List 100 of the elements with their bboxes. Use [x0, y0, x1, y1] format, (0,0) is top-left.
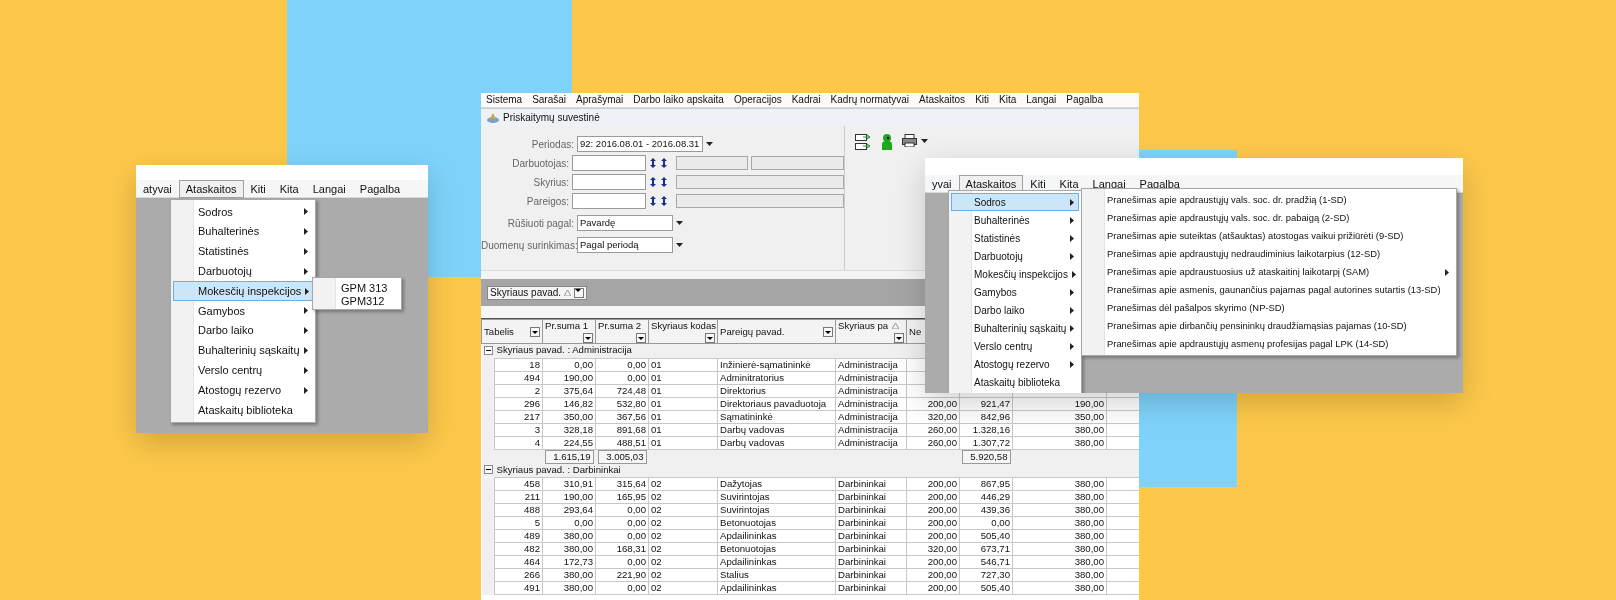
- menu-item[interactable]: Kadrų normatyvai: [825, 93, 914, 108]
- table-cell: 0,00: [595, 581, 649, 595]
- menu-item[interactable]: Langai: [305, 179, 353, 198]
- menu-item[interactable]: Pranešimas apie apdraustųjų asmenų profesijas pagal LPK (14-SD): [1084, 335, 1454, 353]
- menu-item[interactable]: Pranešimas apie apdraustuosius už ataskaitinį laikotarpį (SAM): [1084, 263, 1454, 281]
- menu-item[interactable]: Sarašai: [527, 93, 572, 108]
- table-cell: 168,31: [595, 542, 649, 556]
- input-field[interactable]: [572, 174, 647, 190]
- menu-item[interactable]: yvai: [925, 174, 959, 193]
- submenu-arrow-icon: [304, 208, 308, 216]
- dropdown-field[interactable]: Pagal periodą: [577, 237, 673, 253]
- menu-item[interactable]: GPM312: [313, 295, 401, 308]
- print-button[interactable]: [902, 134, 928, 147]
- column-header[interactable]: Pr.suma 2: [595, 319, 649, 344]
- input-field[interactable]: [572, 155, 647, 171]
- dropdown-button[interactable]: [705, 333, 715, 343]
- column-header[interactable]: Skyriaus kodas: [648, 319, 718, 344]
- dropdown-button[interactable]: [583, 333, 593, 343]
- column-header[interactable]: Tabelis: [481, 319, 543, 344]
- menu-item[interactable]: Pranešimas apie suteiktas (atšauktas) atostogas vaikui prižiūrėti (9-SD): [1084, 227, 1454, 245]
- dropdown-field[interactable]: Pavardę: [577, 215, 673, 231]
- menu-item[interactable]: Verslo centrų: [173, 360, 313, 381]
- menu-item[interactable]: Pranešimas dėl pašalpos skyrimo (NP-SD): [1084, 299, 1454, 317]
- menu-item[interactable]: Statistinės: [173, 241, 313, 262]
- menu-item[interactable]: atyvai: [136, 179, 179, 198]
- table-cell: 200,00: [906, 503, 960, 517]
- column-header[interactable]: Pr.suma 1: [542, 319, 596, 344]
- table-cell: 221,90: [595, 568, 649, 582]
- group-label: Skyriaus pavad. : Darbininkai: [496, 463, 621, 476]
- table-cell: 01: [648, 384, 718, 397]
- menu-item[interactable]: Kita: [994, 93, 1022, 108]
- run-button[interactable]: [881, 134, 892, 151]
- column-header[interactable]: Pareigų pavad.: [717, 319, 836, 344]
- menu-item[interactable]: Darbo laiko: [951, 301, 1079, 319]
- menu-item[interactable]: Langai: [1021, 93, 1062, 108]
- field-label: Rūšiuoti pagal:: [506, 216, 574, 231]
- menu-item[interactable]: Pranešimas apie apdraustųjų nedraudiminius laikotarpius (12-SD): [1084, 245, 1454, 263]
- submenu-arrow-icon: [1070, 216, 1074, 224]
- table-cell: 217: [494, 410, 543, 423]
- menu-item[interactable]: Sistema: [481, 93, 528, 108]
- menu-item[interactable]: GPM 313: [313, 282, 401, 295]
- dropdown-button[interactable]: [530, 326, 540, 337]
- menu-item[interactable]: Atostogų rezervo: [173, 380, 313, 400]
- menu-item[interactable]: Pranešimas apie apdraustųjų vals. soc. dr. pradžią (1-SD): [1084, 191, 1454, 209]
- menu-item[interactable]: Mokesčių inspekcijos: [951, 265, 1079, 283]
- menu-item[interactable]: Darbo laiko apskaita: [628, 93, 729, 108]
- input-field[interactable]: [572, 193, 647, 209]
- menu-item[interactable]: Gamybos: [951, 283, 1079, 301]
- menu-item[interactable]: Aprašymai: [571, 93, 629, 108]
- submenu-arrow-icon: [1070, 288, 1074, 296]
- menu-item[interactable]: Buhalterinių sąskaitų: [951, 319, 1079, 337]
- menu-item[interactable]: Pagalba: [352, 179, 408, 198]
- menu-item[interactable]: Kita: [1052, 174, 1086, 193]
- menu-item[interactable]: Buhalterinių sąskaitų: [173, 340, 313, 361]
- menu-item[interactable]: Kiti: [970, 93, 995, 108]
- dropdown-field[interactable]: 92: 2016.08.01 - 2016.08.31: [577, 136, 703, 152]
- menu-item[interactable]: Ataskaitų biblioteka: [951, 373, 1079, 391]
- menu-item[interactable]: Atostogų rezervo: [951, 355, 1079, 373]
- table-cell: Administracija: [835, 410, 907, 423]
- group-by-chip[interactable]: Skyriaus pavad.: [487, 285, 588, 300]
- menu-item[interactable]: Sodros: [951, 193, 1079, 211]
- table-cell: 02: [648, 477, 718, 491]
- dropdown-button[interactable]: [894, 333, 904, 343]
- menu-item[interactable]: Statistinės: [951, 229, 1079, 247]
- table-cell: Darbininkai: [835, 516, 907, 530]
- table-cell: 02: [648, 516, 718, 530]
- table-cell: Dažytojas: [717, 477, 836, 491]
- export-button[interactable]: [855, 134, 871, 151]
- dropdown-button[interactable]: [823, 326, 833, 337]
- menu-item[interactable]: Pranešimas apie dirbančių pensininkų draudžiamąsias pajamas (10-SD): [1084, 317, 1454, 335]
- menu-item[interactable]: Pranešimas apie apdraustųjų vals. soc. dr. pabaigą (2-SD): [1084, 209, 1454, 227]
- menu-item[interactable]: Buhalterinės: [173, 221, 313, 242]
- menu-item[interactable]: Kiti: [243, 179, 273, 198]
- table-cell: 01: [648, 397, 718, 410]
- menu-item[interactable]: Verslo centrų: [951, 337, 1079, 355]
- menu-item[interactable]: Ataskaitų biblioteka: [173, 399, 313, 420]
- menu-item[interactable]: Pranešimas apie asmenis, gaunančius pajamas pagal autorines sutartis (13-SD): [1084, 281, 1454, 299]
- menu-item[interactable]: Mokesčių inspekcijos: [173, 281, 313, 301]
- menu-item[interactable]: Kita: [272, 179, 306, 198]
- table-cell: 02: [648, 555, 718, 569]
- menu-item[interactable]: Ataskaitos: [914, 93, 971, 108]
- menu-item[interactable]: Darbuotojų: [173, 261, 313, 282]
- table-cell: Administracija: [835, 384, 907, 397]
- window-icon: [487, 112, 499, 123]
- menu-item[interactable]: Buhalterinės: [951, 211, 1079, 229]
- dropdown-button[interactable]: [636, 333, 646, 343]
- caret-icon: [707, 337, 713, 340]
- table-cell: 488: [494, 503, 543, 517]
- menu-item[interactable]: Gamybos: [173, 301, 313, 321]
- menu-item[interactable]: Operacijos: [728, 93, 787, 108]
- menu-item[interactable]: Kadrai: [786, 93, 826, 108]
- menu-item[interactable]: Darbuotojų: [951, 247, 1079, 265]
- dropdown-button[interactable]: [574, 287, 585, 298]
- menu-item[interactable]: Kiti: [1023, 174, 1053, 193]
- table-cell: 0,00: [595, 529, 649, 543]
- menu-item[interactable]: Pagalba: [1061, 93, 1108, 108]
- menu-item[interactable]: Darbo laiko: [173, 320, 313, 341]
- column-header[interactable]: Skyriaus pa: [835, 319, 907, 344]
- table-cell: 350,00: [542, 410, 596, 423]
- menu-item[interactable]: Sodros: [173, 202, 313, 222]
